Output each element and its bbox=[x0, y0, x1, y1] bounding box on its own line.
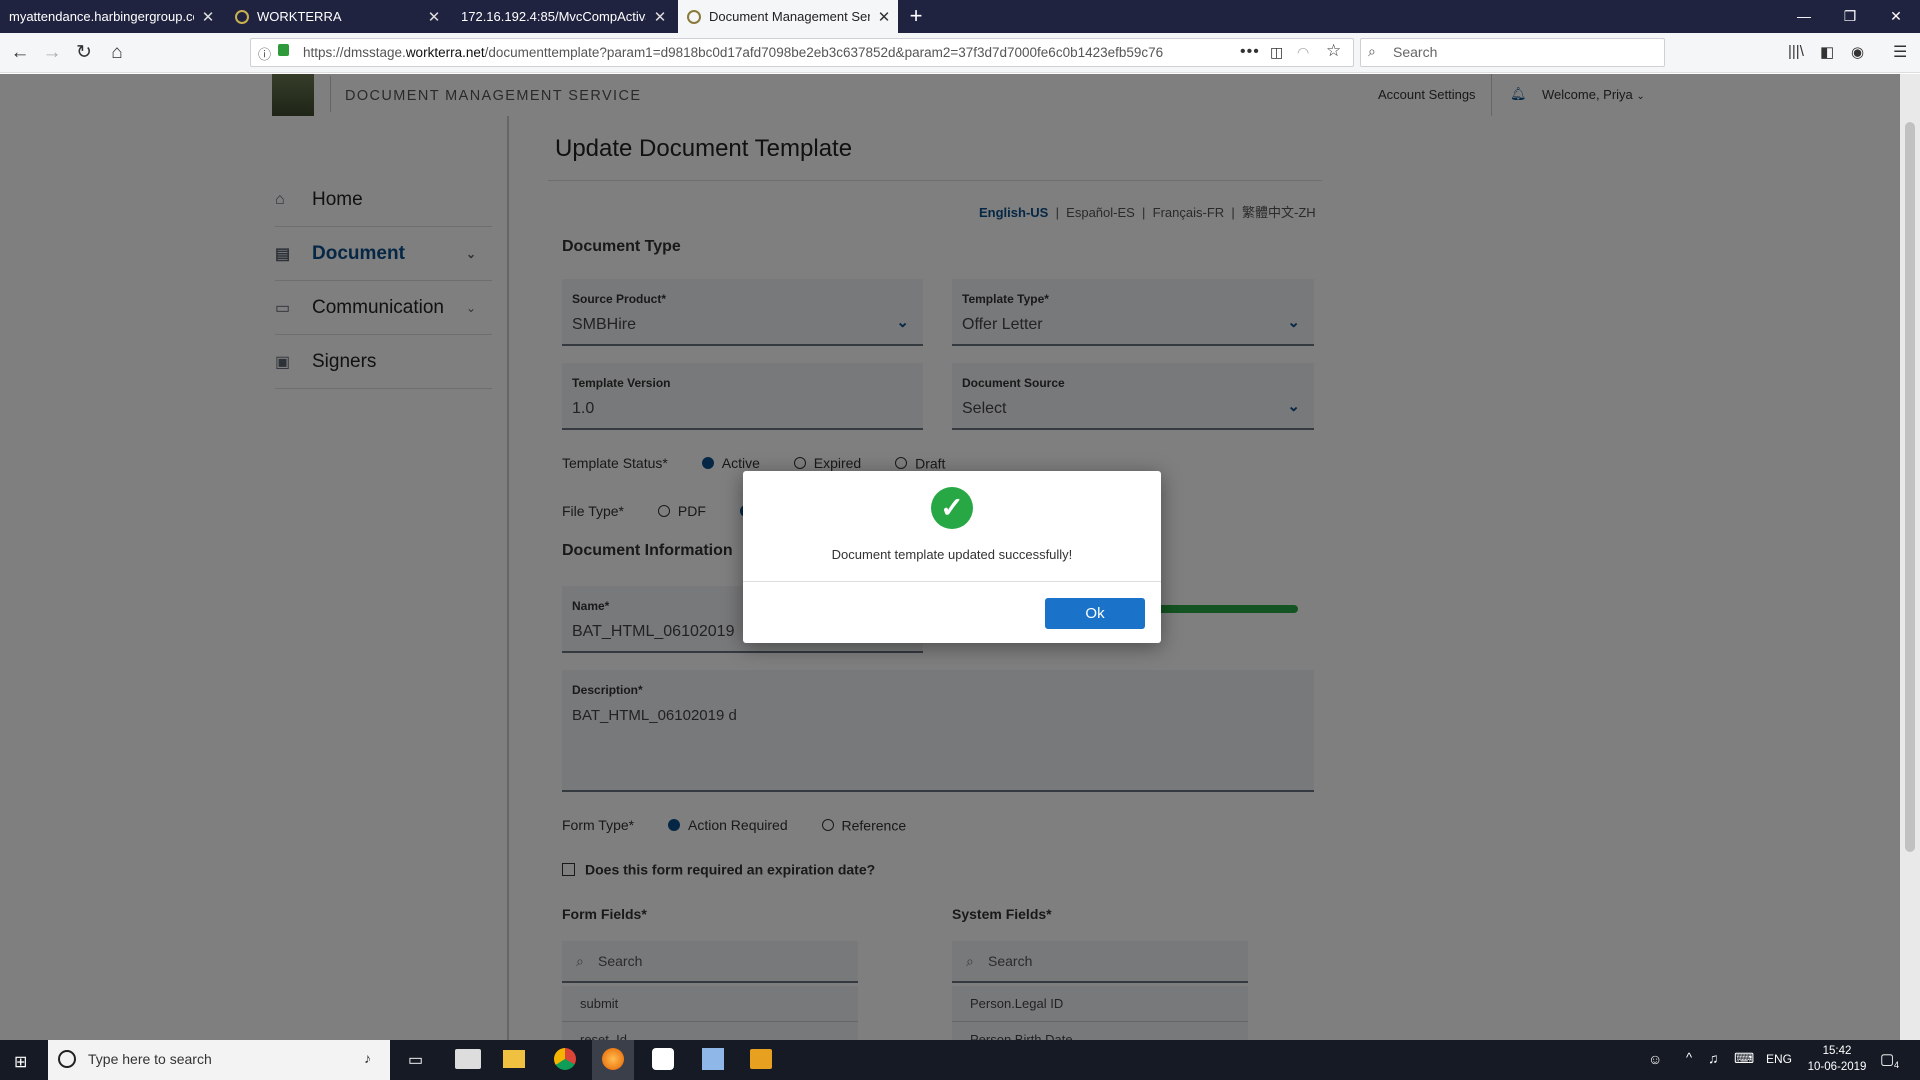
chevron-up-icon[interactable]: ^ bbox=[1686, 1050, 1692, 1065]
success-dialog: ✓ Document template updated successfully… bbox=[743, 471, 1161, 643]
lock-icon bbox=[278, 44, 289, 56]
media-player-icon[interactable] bbox=[750, 1049, 772, 1069]
task-view-icon[interactable]: ▭ bbox=[408, 1050, 423, 1070]
url-domain: workterra.net bbox=[405, 45, 485, 60]
taskbar-search-box[interactable]: Type here to search ♪ bbox=[48, 1040, 390, 1080]
reader-icon[interactable]: ◠ bbox=[1297, 44, 1309, 61]
tab-title: WORKTERRA bbox=[257, 9, 342, 24]
forward-icon[interactable]: → bbox=[38, 39, 66, 67]
notification-count: 4 bbox=[1894, 1060, 1900, 1070]
taskbar-search-placeholder: Type here to search bbox=[88, 1051, 212, 1067]
page-actions-icon[interactable]: ••• bbox=[1240, 43, 1260, 61]
url-bar[interactable]: https://dmsstage.workterra.net/documentt… bbox=[250, 38, 1354, 67]
account-icon[interactable]: ◉ bbox=[1851, 43, 1864, 61]
minimize-icon[interactable]: — bbox=[1781, 0, 1827, 33]
browser-search-input[interactable]: Search bbox=[1360, 38, 1665, 67]
clock-date: 10-06-2019 bbox=[1807, 1061, 1867, 1073]
home-icon[interactable]: ⌂ bbox=[103, 39, 131, 67]
language-indicator[interactable]: ENG bbox=[1766, 1052, 1792, 1066]
ok-button[interactable]: Ok bbox=[1045, 598, 1145, 629]
bookmark-star-icon[interactable]: ☆ bbox=[1326, 41, 1341, 61]
search-icon: ⌕ bbox=[1368, 43, 1376, 59]
site-favicon-icon bbox=[687, 9, 701, 24]
restore-icon[interactable]: ❐ bbox=[1827, 0, 1873, 33]
windows-start-icon[interactable]: ⊞ bbox=[14, 1052, 27, 1072]
close-tab-icon[interactable]: ✕ bbox=[870, 8, 898, 26]
new-tab-icon[interactable]: + bbox=[904, 0, 928, 33]
pocket-icon[interactable]: ◫ bbox=[1270, 44, 1283, 61]
tab-title: 172.16.192.4:85/MvcCompActivateI bbox=[461, 9, 646, 24]
url-prefix: https://dmsstage. bbox=[303, 45, 406, 60]
dialog-divider bbox=[743, 581, 1161, 582]
sidebar-toggle-icon[interactable]: ◧ bbox=[1820, 43, 1834, 61]
microphone-icon[interactable]: ♪ bbox=[364, 1050, 371, 1066]
menu-icon[interactable]: ☰ bbox=[1893, 42, 1907, 62]
back-icon[interactable]: ← bbox=[6, 39, 34, 67]
search-placeholder: Search bbox=[1393, 44, 1438, 60]
dialog-message: Document template updated successfully! bbox=[831, 547, 1073, 562]
clock[interactable]: 15:42 10-06-2019 bbox=[1802, 1043, 1872, 1075]
reload-icon[interactable]: ↻ bbox=[70, 39, 98, 67]
browser-tab[interactable]: WORKTERRA ✕ bbox=[226, 0, 448, 33]
url-path: /documenttemplate?param1=d9818bc0d17afd7… bbox=[484, 45, 1164, 60]
browser-tab-bar: myattendance.harbingergroup.com ✕ WORKTE… bbox=[0, 0, 1920, 33]
people-icon[interactable]: ☺ bbox=[1648, 1051, 1662, 1067]
close-tab-icon[interactable]: ✕ bbox=[420, 8, 448, 26]
notification-center-icon[interactable]: ▢ bbox=[1880, 1050, 1894, 1068]
volume-icon[interactable]: ♫ bbox=[1708, 1050, 1719, 1066]
close-tab-icon[interactable]: ✕ bbox=[194, 8, 222, 26]
notepad-icon[interactable] bbox=[702, 1048, 724, 1070]
info-icon[interactable]: ⓘ bbox=[258, 44, 271, 63]
keyboard-icon[interactable]: ⌨ bbox=[1734, 1050, 1754, 1067]
browser-tab[interactable]: 172.16.192.4:85/MvcCompActivateI ✕ bbox=[452, 0, 674, 33]
close-tab-icon[interactable]: ✕ bbox=[646, 8, 674, 26]
chrome-icon[interactable] bbox=[554, 1048, 576, 1070]
library-icon[interactable]: |||\ bbox=[1788, 43, 1804, 60]
cortana-icon bbox=[58, 1050, 76, 1068]
windows-taskbar: ⊞ Type here to search ♪ ▭ ☺ ^ ♫ ⌨ ENG 15… bbox=[0, 1040, 1920, 1080]
browser-tab-active[interactable]: Document Management Servic ✕ bbox=[678, 0, 898, 33]
check-circle-icon: ✓ bbox=[931, 487, 973, 529]
scrollbar-thumb[interactable] bbox=[1905, 122, 1915, 852]
mail-app-icon[interactable] bbox=[455, 1049, 481, 1069]
slack-icon[interactable] bbox=[652, 1048, 674, 1070]
firefox-taskbar-active[interactable] bbox=[592, 1040, 634, 1080]
close-window-icon[interactable]: ✕ bbox=[1873, 0, 1919, 33]
site-favicon-icon bbox=[235, 9, 249, 24]
tab-title: Document Management Servic bbox=[709, 9, 870, 24]
tab-title: myattendance.harbingergroup.com bbox=[9, 9, 194, 24]
file-explorer-icon[interactable] bbox=[503, 1050, 525, 1068]
browser-tab[interactable]: myattendance.harbingergroup.com ✕ bbox=[0, 0, 222, 33]
clock-time: 15:42 bbox=[1822, 1045, 1852, 1057]
firefox-icon bbox=[602, 1048, 624, 1070]
